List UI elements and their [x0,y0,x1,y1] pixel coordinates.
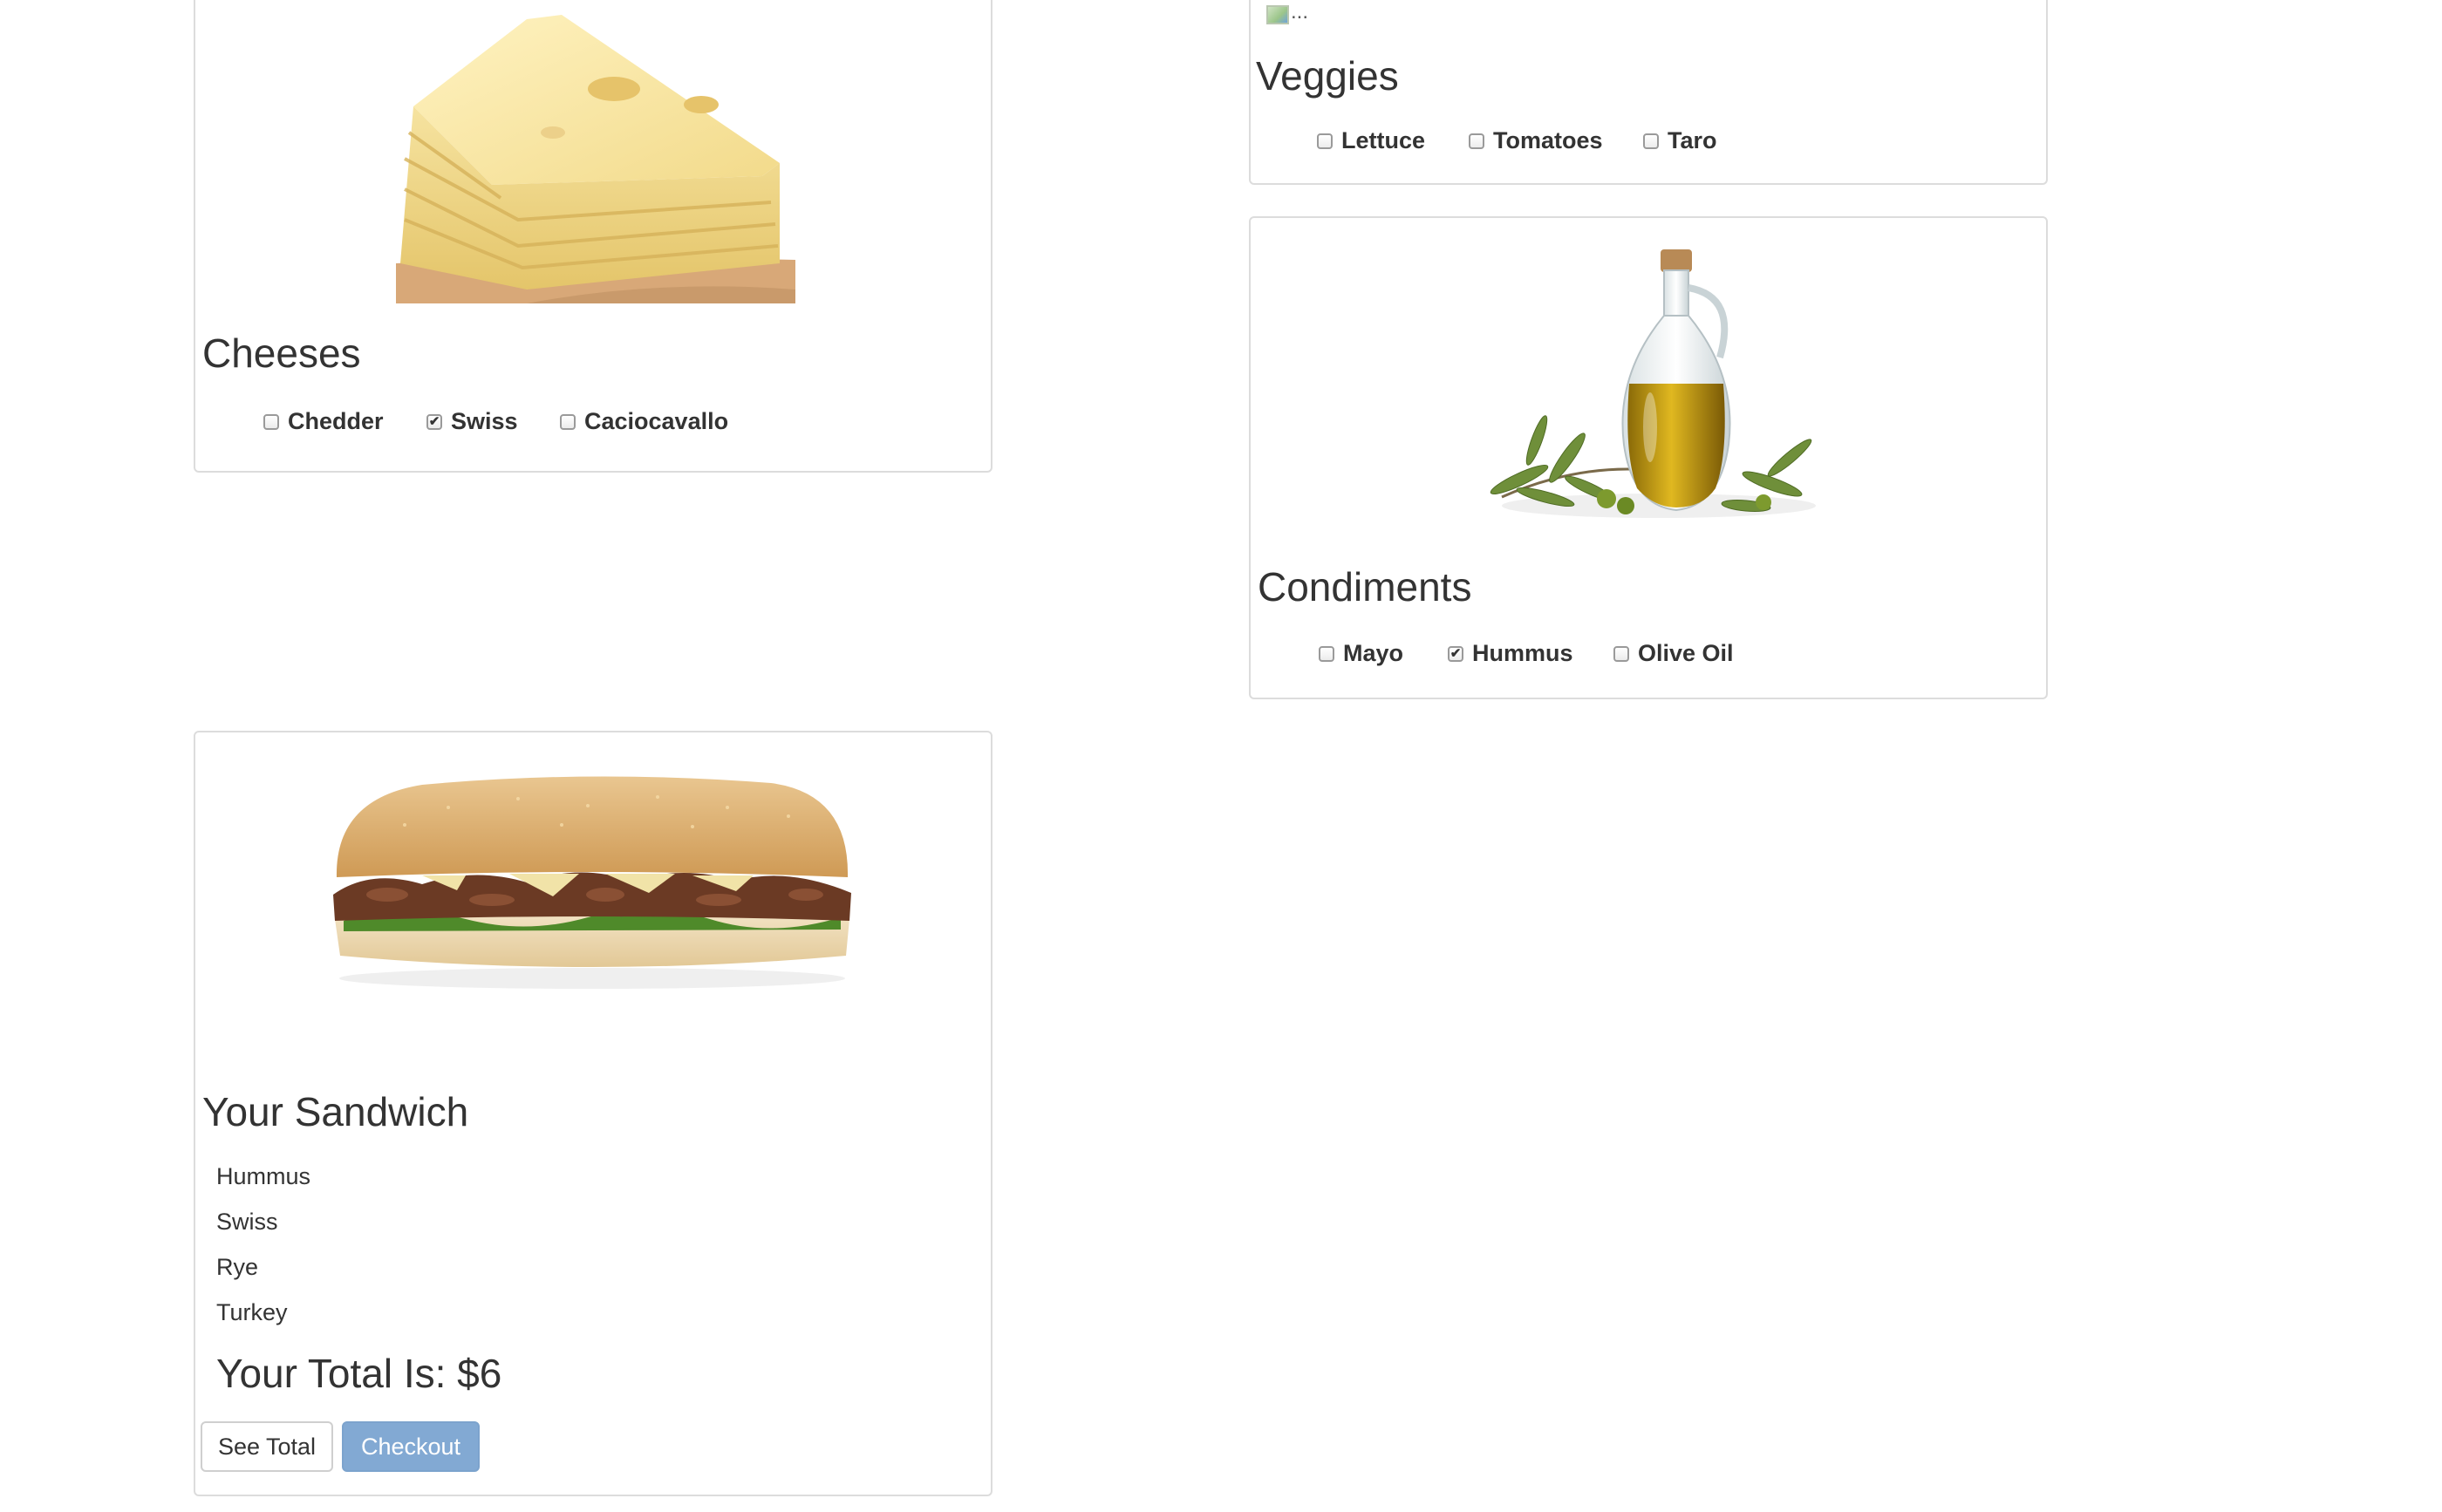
cheeses-panel: Cheeses Chedder ✔ Swiss Caciocavallo [194,0,992,473]
veggie-option-taro[interactable]: Taro [1643,127,1717,154]
swiss-cheese-image [396,2,795,303]
veggie-option-lettuce[interactable]: Lettuce [1317,127,1425,154]
sandwich-image [317,773,867,991]
chedder-label: Chedder [288,408,384,434]
taro-checkbox[interactable] [1643,133,1659,149]
lettuce-checkbox[interactable] [1317,133,1333,149]
sandwich-panel: Your Sandwich Hummus Swiss Rye Turkey Yo… [194,731,992,1496]
total-price: Your Total Is: $6 [216,1351,502,1396]
lettuce-label: Lettuce [1341,127,1426,153]
swiss-label: Swiss [451,408,518,434]
sandwich-item: Hummus [216,1163,311,1189]
condiments-panel: Condiments Mayo ✔ Hummus Olive Oil [1249,216,2048,699]
tomatoes-checkbox[interactable] [1469,133,1484,149]
tomatoes-label: Tomatoes [1493,127,1603,153]
condiment-option-hummus[interactable]: ✔ Hummus [1448,640,1573,667]
caciocavallo-checkbox[interactable] [560,413,576,430]
sandwich-title: Your Sandwich [202,1089,469,1134]
swiss-checkbox[interactable]: ✔ [426,413,442,430]
veggies-image-alt: ... [1291,0,1309,24]
checkout-button[interactable]: Checkout [342,1421,480,1472]
veggies-broken-image: ... [1266,0,1308,24]
veggie-option-tomatoes[interactable]: Tomatoes [1469,127,1603,154]
veggies-title: Veggies [1256,53,1399,99]
sandwich-item: Swiss [216,1209,278,1235]
olive-oil-image [1484,244,1833,525]
mayo-checkbox[interactable] [1319,645,1334,662]
olive-oil-checkbox[interactable] [1613,645,1629,662]
hummus-label: Hummus [1472,640,1573,666]
condiments-title: Condiments [1258,564,1472,610]
cheese-option-swiss[interactable]: ✔ Swiss [426,408,518,435]
olive-oil-label: Olive Oil [1638,640,1734,666]
cheese-option-caciocavallo[interactable]: Caciocavallo [560,408,728,435]
cheese-option-chedder[interactable]: Chedder [263,408,384,435]
condiment-option-mayo[interactable]: Mayo [1319,640,1403,667]
sandwich-item: Turkey [216,1299,288,1325]
cheeses-title: Cheeses [202,330,361,376]
hummus-checkbox[interactable]: ✔ [1448,645,1463,662]
see-total-button[interactable]: See Total [201,1421,333,1472]
mayo-label: Mayo [1343,640,1404,666]
condiment-option-olive-oil[interactable]: Olive Oil [1613,640,1734,667]
caciocavallo-label: Caciocavallo [584,408,729,434]
sandwich-item: Rye [216,1254,259,1280]
broken-image-icon [1266,5,1289,24]
taro-label: Taro [1668,127,1717,153]
chedder-checkbox[interactable] [263,413,279,430]
